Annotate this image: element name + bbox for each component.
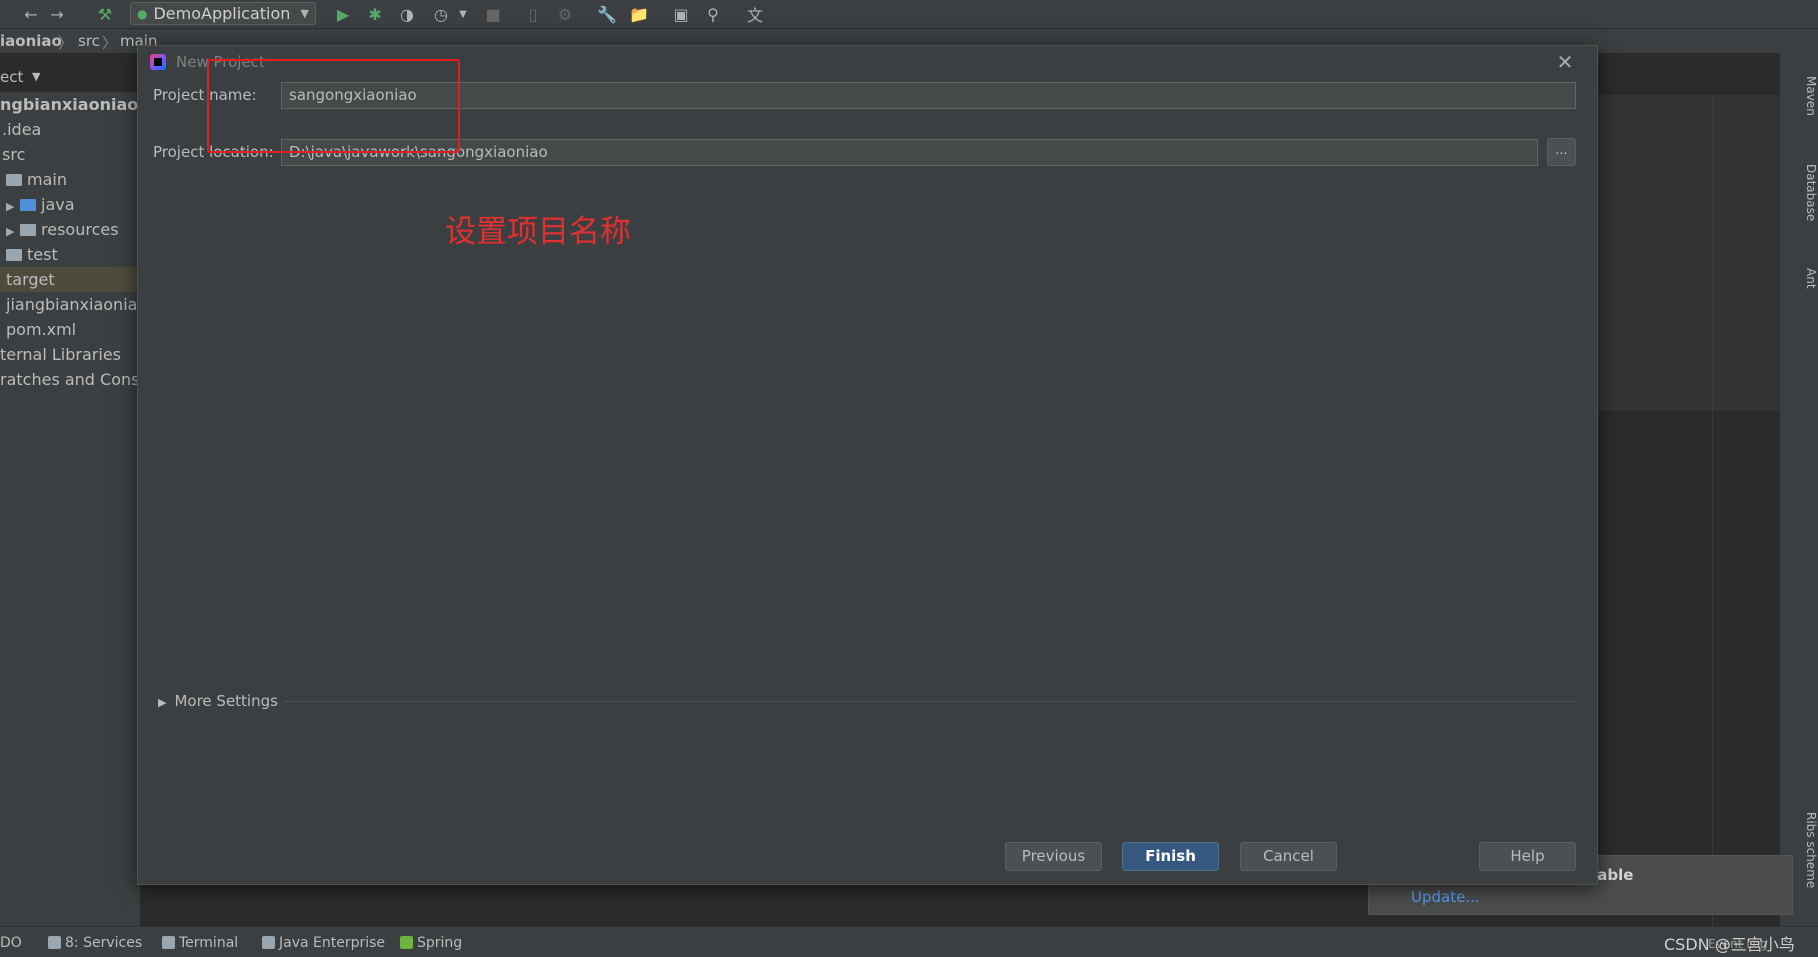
spring-icon xyxy=(400,936,413,949)
tree-item-resources[interactable]: ▶ resources xyxy=(0,217,140,242)
device-icon[interactable]: ▯ xyxy=(522,3,544,25)
tree-item-label: resources xyxy=(41,220,119,239)
cancel-button[interactable]: Cancel xyxy=(1240,842,1337,871)
terminal-label: Terminal xyxy=(179,935,239,951)
project-name-input[interactable]: sangongxiaoniao xyxy=(281,82,1576,109)
expand-arrow-icon: ▶ xyxy=(158,696,167,709)
tree-item-label: src xyxy=(2,145,26,164)
tree-item-idea[interactable]: .idea xyxy=(0,117,140,142)
tree-item-label: main xyxy=(27,170,67,189)
more-settings-label: More Settings xyxy=(174,692,278,710)
maven-tab[interactable]: Maven xyxy=(1804,76,1818,116)
tree-item-label: java xyxy=(41,195,75,214)
project-tree: ngbianxiaoniao D .idea src main ▶ java ▶ r… xyxy=(0,92,140,926)
editor-gutter-band xyxy=(1596,95,1780,411)
tree-item-java[interactable]: ▶ java xyxy=(0,192,140,217)
breadcrumb-item[interactable]: iaoniao xyxy=(0,32,62,50)
spring-tab[interactable]: Spring xyxy=(400,935,462,951)
wrench-icon[interactable]: 🔧 xyxy=(596,3,618,25)
tree-item-main[interactable]: main xyxy=(0,167,140,192)
tree-item-label: .idea xyxy=(2,120,42,139)
profile-icon[interactable]: ◷ xyxy=(430,3,452,25)
tree-item-label: ratches and Consol xyxy=(0,370,140,389)
todo-tab[interactable]: DO xyxy=(0,935,22,951)
browse-button[interactable]: ... xyxy=(1547,138,1576,166)
tree-item-src[interactable]: src xyxy=(0,142,140,167)
tree-item-external-libraries[interactable]: ternal Libraries xyxy=(0,342,140,367)
resources-folder-icon xyxy=(20,224,36,236)
settings-icon[interactable]: ⚙ xyxy=(554,3,576,25)
run-icon[interactable]: ▶ xyxy=(332,3,354,25)
run-config-label: DemoApplication xyxy=(153,4,291,23)
back-icon[interactable]: ← xyxy=(20,3,42,25)
close-icon[interactable]: ✕ xyxy=(1554,51,1576,73)
chevron-down-icon: ▼ xyxy=(32,70,41,83)
forward-icon[interactable]: → xyxy=(46,3,68,25)
more-settings-toggle[interactable]: ▶ More Settings xyxy=(158,692,278,710)
status-bar: DO 8: Services Terminal Java Enterprise … xyxy=(0,926,1818,957)
tree-item-test[interactable]: test xyxy=(0,242,140,267)
spring-run-icon: ● xyxy=(137,6,148,21)
services-tab[interactable]: 8: Services xyxy=(48,935,142,951)
tree-item-label: pom.xml xyxy=(6,320,77,339)
annotation-highlight-box xyxy=(207,59,460,153)
tree-item-root[interactable]: ngbianxiaoniao D xyxy=(0,92,140,117)
main-toolbar: ← → ⚒ ● DemoApplication ▼ ▶ ✱ ◑ ◷ ▼ ■ ▯ … xyxy=(0,0,1818,29)
folder-icon xyxy=(6,174,22,186)
help-button[interactable]: Help xyxy=(1479,842,1576,871)
coverage-icon[interactable]: ◑ xyxy=(396,3,418,25)
stop-icon[interactable]: ■ xyxy=(482,3,504,25)
editor-right-margin xyxy=(1712,95,1713,926)
search-icon[interactable]: ⚲ xyxy=(702,3,724,25)
annotation-text: 设置项目名称 xyxy=(445,214,631,250)
tree-item-label: target xyxy=(6,270,55,289)
watermark: CSDN @三宫小鸟 xyxy=(1664,935,1795,954)
chevron-down-icon: ▼ xyxy=(300,7,309,20)
run-config-selector[interactable]: ● DemoApplication ▼ xyxy=(130,2,316,25)
chevron-right-icon: 〉 xyxy=(58,34,74,52)
tree-item-label: ngbianxiaoniao xyxy=(0,95,139,114)
tree-item-label: ternal Libraries xyxy=(0,345,121,364)
services-icon xyxy=(48,936,61,949)
java-enterprise-tab[interactable]: Java Enterprise xyxy=(262,935,385,951)
tree-item-pom[interactable]: pom.xml xyxy=(0,317,140,342)
project-structure-icon[interactable]: 📁 xyxy=(628,3,650,25)
java-enterprise-label: Java Enterprise xyxy=(279,935,386,951)
update-link[interactable]: Update... xyxy=(1411,888,1480,906)
chevron-down-icon[interactable]: ▼ xyxy=(452,3,474,25)
tree-item-label: test xyxy=(27,245,58,264)
folder-icon xyxy=(6,249,22,261)
build-icon[interactable]: ⚒ xyxy=(94,3,116,25)
tree-item-target[interactable]: target xyxy=(0,267,140,292)
previous-button[interactable]: Previous xyxy=(1005,842,1102,871)
finish-button[interactable]: Finish xyxy=(1122,842,1219,871)
tree-item-label: jiangbianxiaoniao. xyxy=(6,295,140,314)
breadcrumb-item[interactable]: src xyxy=(78,32,100,50)
spring-label: Spring xyxy=(417,935,463,951)
database-tab[interactable]: Database xyxy=(1804,164,1818,221)
project-location-input[interactable]: D:\java\javawork\sangongxiaoniao xyxy=(281,139,1538,166)
terminal-tab[interactable]: Terminal xyxy=(162,935,238,951)
terminal-icon xyxy=(162,936,175,949)
java-enterprise-icon xyxy=(262,936,275,949)
source-folder-icon xyxy=(20,199,36,211)
services-label: 8: Services xyxy=(65,935,143,951)
project-view-label: ect xyxy=(0,68,24,86)
ant-tab[interactable]: Ant xyxy=(1804,268,1818,289)
tree-item-iml[interactable]: jiangbianxiaoniao. xyxy=(0,292,140,317)
ribs-scheme-tab[interactable]: Ribs scheme xyxy=(1804,812,1818,888)
debug-icon[interactable]: ✱ xyxy=(364,3,386,25)
project-panel-header[interactable]: ect ▼ xyxy=(0,65,140,91)
chevron-right-icon: 〉 xyxy=(102,34,118,52)
intellij-logo-icon xyxy=(150,54,166,70)
translate-icon[interactable]: 文 xyxy=(744,3,766,25)
expand-arrow-icon[interactable]: ▶ xyxy=(6,219,20,244)
expand-arrow-icon[interactable]: ▶ xyxy=(6,194,20,219)
new-project-dialog: New Project ✕ Project name: sangongxiaon… xyxy=(137,45,1598,885)
divider xyxy=(283,701,1578,702)
window-icon[interactable]: ▣ xyxy=(670,3,692,25)
tree-item-scratches[interactable]: ratches and Consol xyxy=(0,367,140,392)
